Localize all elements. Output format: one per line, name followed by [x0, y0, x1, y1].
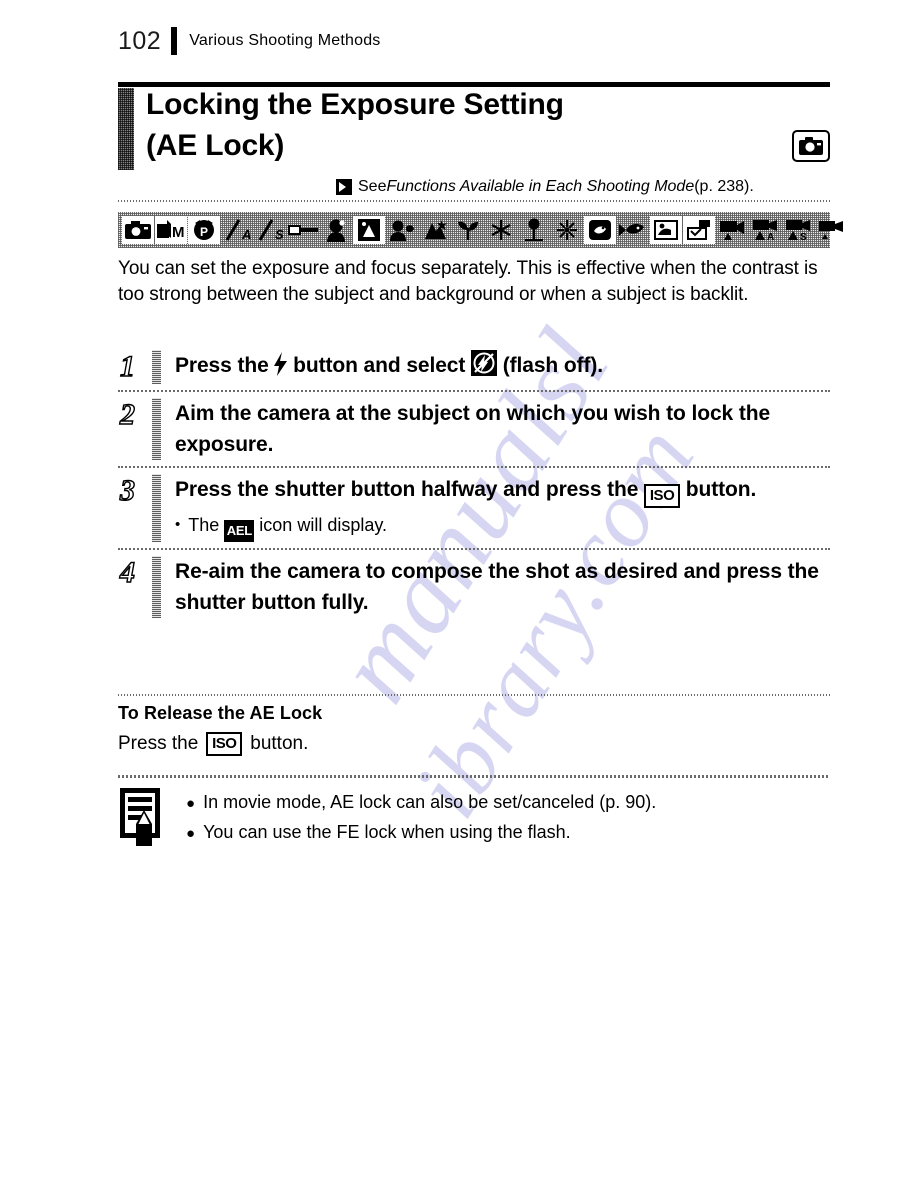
snow-icon — [485, 216, 517, 244]
see-prefix: See — [358, 178, 387, 195]
movie-s-icon: S — [782, 216, 814, 244]
kids-and-pets-icon — [386, 216, 418, 244]
step-side-bar — [152, 398, 161, 460]
step-item: 1 Press the button and select (flash off… — [118, 344, 830, 390]
note-top-rule — [118, 775, 830, 778]
aquarium-icon — [584, 216, 616, 244]
svg-text:S: S — [800, 232, 807, 241]
note-item: ● In movie mode, AE lock can also be set… — [186, 788, 830, 818]
portrait-p-icon: P — [188, 216, 220, 244]
camera-icon — [792, 130, 830, 162]
svg-text:A: A — [241, 227, 251, 241]
step-number: 1 — [119, 349, 135, 383]
step-body: Aim the camera at the subject on which y… — [175, 398, 830, 460]
step-number: 2 — [119, 397, 135, 431]
iso-button-icon: ISO — [644, 484, 681, 508]
note-list: ● In movie mode, AE lock can also be set… — [186, 784, 830, 848]
step-note-text: The AEL icon will display. — [188, 512, 387, 542]
step-body: Press the shutter button halfway and pre… — [175, 474, 830, 542]
see-suffix: (p. 238). — [694, 178, 754, 195]
svg-text:M: M — [172, 224, 185, 240]
title-side-bar — [118, 88, 134, 170]
release-instruction: Press the ISO button. — [118, 729, 830, 759]
page-header: 102 Various Shooting Methods — [118, 24, 381, 58]
fireworks-icon — [551, 216, 583, 244]
page-number: 102 — [118, 26, 162, 55]
svg-text:S: S — [275, 227, 284, 241]
flash-off-icon — [471, 350, 498, 376]
step-side-bar — [152, 474, 161, 542]
release-text-before: Press the — [118, 733, 199, 754]
step-text: Press the button and select (flash off). — [175, 350, 830, 381]
svg-text:A: A — [767, 232, 774, 241]
note-prefix: The — [188, 515, 225, 535]
step-side-bar — [152, 556, 161, 618]
foliage-icon — [452, 216, 484, 244]
manual-page: manualsl ibrary.com 102 Various Shooting… — [0, 0, 918, 1188]
note-item-text: In movie mode, AE lock can also be set/c… — [203, 792, 657, 812]
see-reference-title: Functions Available in Each Shooting Mod… — [386, 178, 695, 195]
step-text-middle: button. — [680, 478, 757, 501]
release-text-after: button. — [250, 733, 309, 754]
step-text: Press the shutter button halfway and pre… — [175, 474, 830, 508]
note-item-text: You can use the FE lock when using the f… — [203, 822, 571, 842]
page-title-line-1: Locking the Exposure Setting — [146, 88, 564, 121]
release-title: To Release the AE Lock — [118, 703, 323, 723]
page-title-line-2: (AE Lock) — [146, 129, 285, 162]
beach-icon — [518, 216, 550, 244]
step-text-before: Press the — [175, 354, 275, 377]
title-block: Locking the Exposure Setting (AE Lock) — [118, 88, 830, 170]
step-item: 2 Aim the camera at the subject on which… — [118, 390, 830, 466]
indoor-icon — [419, 216, 451, 244]
ael-icon: AEL — [224, 520, 255, 542]
movie-standard-icon — [716, 216, 748, 244]
note-item: ● You can use the FE lock when using the… — [186, 818, 830, 848]
step-body: Press the button and select (flash off). — [175, 350, 830, 381]
release-section: To Release the AE Lock Press the ISO but… — [118, 703, 830, 759]
iso-high-icon — [650, 216, 682, 244]
flash-icon — [274, 352, 288, 376]
camera-auto-icon — [122, 216, 154, 244]
movie-compact-icon — [815, 216, 847, 244]
step-text-middle: button and select — [287, 354, 472, 377]
step-note: • The AEL icon will display. — [175, 512, 830, 542]
arrow-right-icon — [336, 179, 352, 195]
step-text-before: Press the shutter button halfway and pre… — [175, 478, 645, 501]
auto-s-icon: S — [254, 216, 286, 244]
step-body: Re-aim the camera to compose the shot as… — [175, 556, 830, 618]
underwater-icon — [617, 216, 649, 244]
stitch-assist-icon — [287, 216, 319, 244]
note-suffix: icon will display. — [254, 515, 388, 535]
svg-text:P: P — [200, 225, 208, 239]
reference-rule — [118, 200, 830, 202]
step-list: 1 Press the button and select (flash off… — [118, 344, 830, 624]
shooting-mode-strip: M P A S A S — [118, 212, 843, 248]
see-reference: See Functions Available in Each Shooting… — [336, 178, 754, 196]
chapter-title: Various Shooting Methods — [189, 32, 381, 49]
note-pencil-icon — [118, 786, 170, 848]
step-text: Re-aim the camera to compose the shot as… — [175, 560, 819, 614]
movie-a-icon: A — [749, 216, 781, 244]
step-number: 4 — [119, 555, 135, 589]
header-divider — [171, 27, 178, 55]
iso-button-icon: ISO — [206, 732, 243, 756]
page-title: Locking the Exposure Setting (AE Lock) — [146, 84, 564, 166]
step-text: Aim the camera at the subject on which y… — [175, 402, 771, 456]
note-box: ● In movie mode, AE lock can also be set… — [118, 784, 830, 848]
auto-a-icon: A — [221, 216, 253, 244]
step-text-after: (flash off). — [497, 354, 604, 377]
step-side-bar — [152, 350, 161, 384]
bullet-icon: • — [175, 516, 181, 533]
bullet-icon: ● — [186, 825, 196, 842]
step-item: 3 Press the shutter button halfway and p… — [118, 466, 830, 548]
night-scene-icon — [353, 216, 385, 244]
steps-bottom-rule — [118, 694, 830, 696]
color-accent-icon — [683, 216, 715, 244]
portrait-head-icon — [320, 216, 352, 244]
step-number: 3 — [119, 473, 135, 507]
manual-m-icon: M — [155, 216, 187, 244]
bullet-icon: ● — [186, 795, 196, 812]
step-item: 4 Re-aim the camera to compose the shot … — [118, 548, 830, 624]
intro-paragraph: You can set the exposure and focus separ… — [118, 258, 818, 305]
